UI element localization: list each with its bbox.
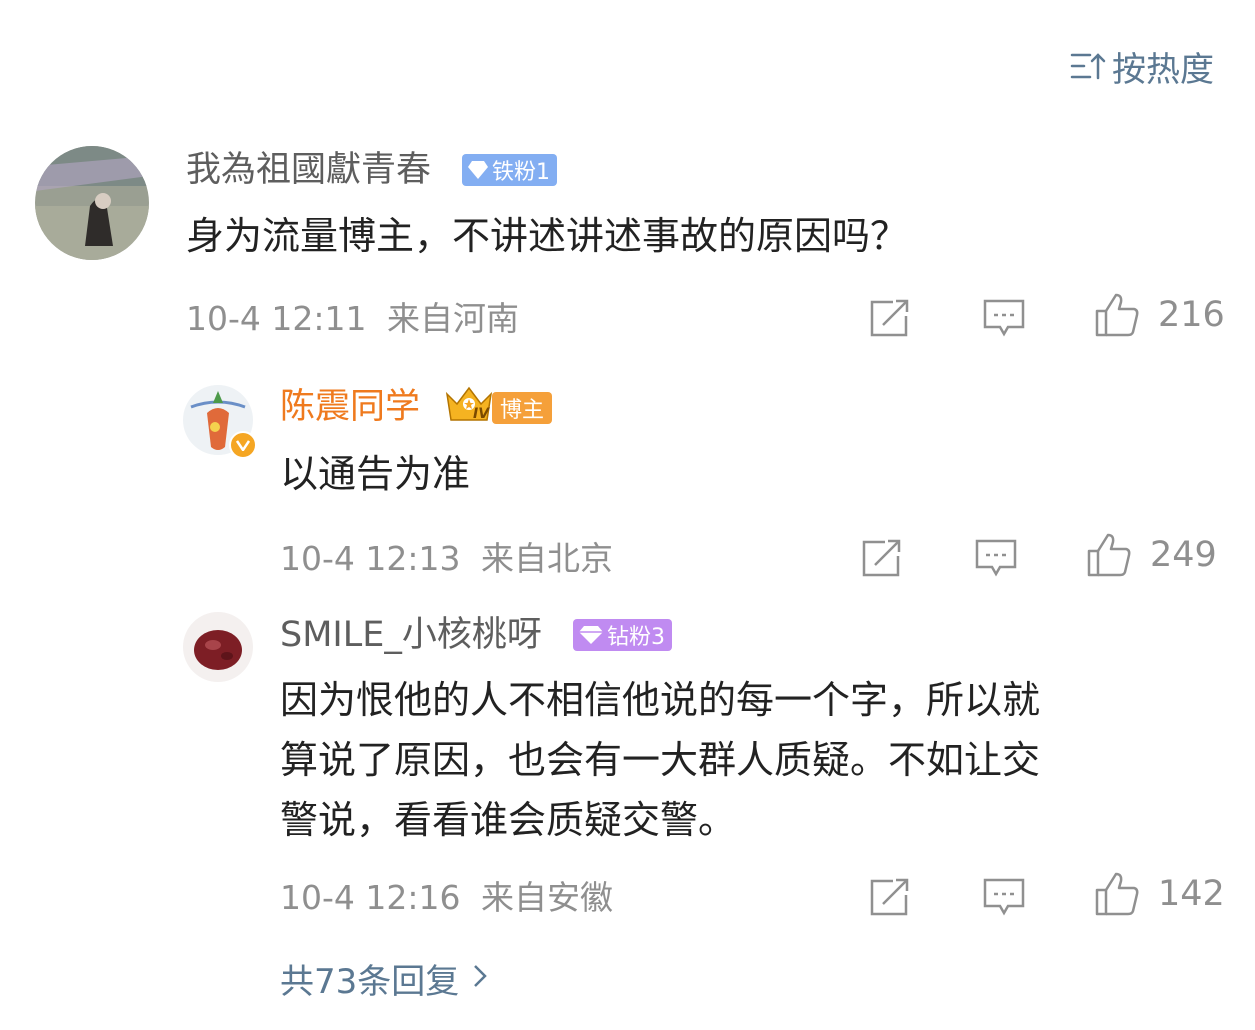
comment-time: 10-4 12:13 [280, 539, 461, 578]
comment-time: 10-4 12:11 [186, 299, 367, 338]
sort-icon [1070, 53, 1106, 80]
share-button[interactable] [866, 873, 914, 921]
verified-icon [229, 431, 257, 459]
like-button[interactable]: 216 [1094, 292, 1225, 338]
reply-button[interactable] [980, 294, 1028, 342]
sort-button[interactable]: 按热度 [1070, 42, 1214, 90]
thumbs-up-icon [1087, 533, 1131, 577]
thumbs-up-icon [1095, 872, 1139, 916]
crown-icon: IV [444, 384, 494, 426]
share-button[interactable] [858, 534, 906, 582]
crown-level: IV [473, 406, 490, 422]
chevron-right-icon [473, 962, 488, 995]
diamond-icon [468, 161, 488, 179]
comment-text-line: 算说了原因，也会有一大群人质疑。不如让交 [280, 738, 1041, 782]
comment-meta: 10-4 12:16 来自安徽 [280, 878, 613, 918]
comment-location: 来自北京 [481, 539, 613, 578]
comment-time: 10-4 12:16 [280, 878, 461, 917]
like-button[interactable]: 142 [1094, 871, 1225, 917]
comment-icon [975, 539, 1017, 577]
commenter-name[interactable]: SMILE_小核桃呀 [280, 615, 542, 655]
share-icon [870, 878, 909, 916]
avatar[interactable] [35, 146, 149, 260]
like-count: 216 [1158, 295, 1225, 335]
share-icon [870, 299, 909, 337]
reply-button[interactable] [972, 534, 1020, 582]
comment-text-line: 因为恨他的人不相信他说的每一个字，所以就 [280, 678, 1041, 722]
commenter-name[interactable]: 我為祖國獻青春 [186, 150, 431, 190]
badge-label: 铁粉1 [492, 160, 550, 185]
comment-text: 以通告为准 [280, 452, 471, 496]
comment-text: 身为流量博主，不讲述讲述事故的原因吗？ [186, 214, 909, 258]
thumbs-up-icon [1095, 293, 1139, 337]
more-replies-link[interactable]: 共73条回复 [280, 954, 488, 1003]
sort-label: 按热度 [1112, 49, 1214, 90]
comment-meta: 10-4 12:11 来自河南 [186, 299, 519, 339]
share-button[interactable] [866, 294, 914, 342]
blogger-badge: 博主 [492, 392, 553, 424]
like-count: 249 [1150, 535, 1217, 575]
like-count: 142 [1158, 874, 1225, 914]
fan-badge: 铁粉1 [462, 154, 557, 186]
comment-location: 来自河南 [387, 299, 519, 338]
badge-label: 钻粉3 [607, 625, 665, 650]
more-replies-label: 共73条回复 [280, 962, 460, 1002]
comment-text-line: 警说，看看谁会质疑交警。 [280, 798, 737, 842]
comment-meta: 10-4 12:13 来自北京 [280, 539, 613, 579]
comment-icon [983, 299, 1025, 337]
fan-badge: 钻粉3 [573, 619, 672, 651]
comment-text: 因为恨他的人不相信他说的每一个字，所以就 算说了原因，也会有一大群人质疑。不如让… [280, 670, 1040, 850]
reply-button[interactable] [980, 873, 1028, 921]
like-button[interactable]: 249 [1086, 532, 1217, 578]
share-icon [862, 539, 901, 577]
diamond-icon [579, 626, 603, 644]
comment-icon [983, 878, 1025, 916]
commenter-name[interactable]: 陈震同学 [280, 387, 420, 427]
avatar[interactable] [183, 612, 253, 682]
comment-location: 来自安徽 [481, 878, 613, 917]
